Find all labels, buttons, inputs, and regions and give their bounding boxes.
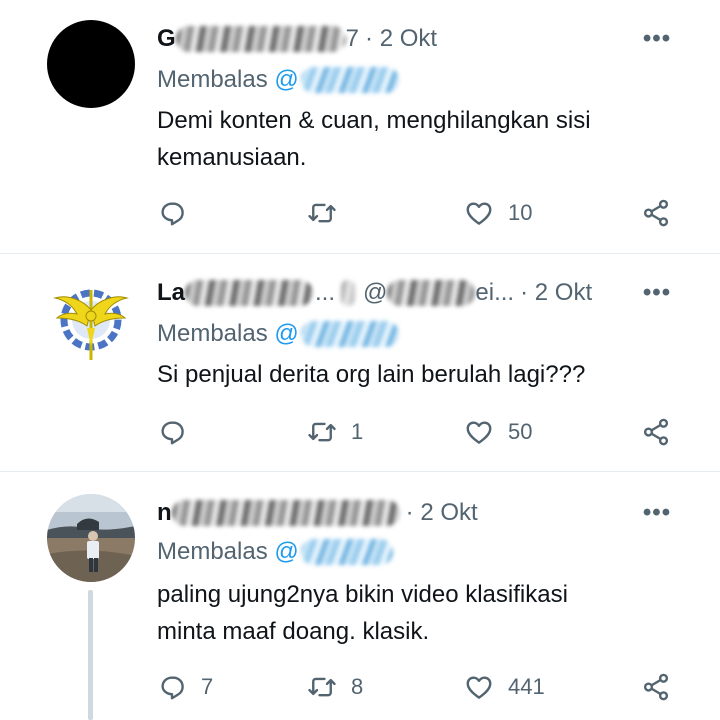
text-line: Si penjual derita org lain berulah lagi?… [157, 361, 586, 388]
replying-to: Membalas @ [157, 317, 399, 351]
handle: 7 [345, 25, 360, 52]
heart-icon [466, 421, 492, 444]
like-count: 10 [508, 200, 533, 225]
more-icon[interactable]: ••• [642, 22, 672, 56]
text-line: paling ujung2nya bikin video klasifikasi [157, 581, 568, 608]
redacted-handle [300, 321, 399, 347]
retweet-count: 1 [351, 419, 364, 444]
redacted-name [175, 26, 346, 52]
share-button[interactable] [641, 670, 671, 704]
avatar-emblem [53, 289, 129, 360]
handle-ellipsis: ... [315, 279, 336, 306]
avatar[interactable] [47, 494, 135, 582]
tweet-2[interactable]: La ... @ ei... · 2 Okt ••• Membalas @ Si… [0, 254, 720, 471]
retweet-icon [308, 203, 336, 223]
tweet-text: paling ujung2nya bikin video klasifikasi… [157, 576, 677, 650]
retweet-icon [308, 422, 336, 442]
display-name[interactable]: La [157, 279, 185, 307]
like-count: 441 [508, 674, 545, 699]
text-line: kemanusiaan. [157, 144, 307, 171]
reply-icon [161, 202, 184, 226]
share-button[interactable] [641, 196, 671, 230]
text-line: minta maaf doang. klasik. [157, 618, 430, 645]
replying-to: Membalas @ [157, 63, 399, 97]
display-name[interactable]: G [157, 25, 176, 53]
replying-label: Membalas [157, 538, 268, 565]
action-bar: 7 8 441 [157, 670, 677, 704]
text-line: Demi konten & cuan, menghilangkan sisi [157, 107, 591, 134]
tweet-text: Demi konten & cuan, menghilangkan sisi k… [157, 102, 677, 176]
action-bar: 1 50 [157, 415, 677, 449]
replying-handle[interactable]: @ [274, 538, 298, 566]
display-name[interactable]: n [157, 499, 172, 527]
redacted-name-2 [341, 280, 356, 306]
reply-button[interactable] [157, 415, 201, 449]
avatar[interactable] [47, 276, 135, 364]
tweet-3[interactable]: n · 2 Okt ••• Membalas @ paling ujung2ny… [0, 472, 720, 720]
retweet-count: 8 [351, 674, 364, 699]
tweet-header: La ... @ ei... · 2 Okt [157, 276, 680, 310]
tweet-header: G 7 · 2 Okt [157, 22, 680, 56]
handle: @ [363, 279, 388, 306]
redacted-handle [387, 280, 476, 306]
reply-icon [161, 421, 184, 445]
heart-icon [466, 676, 492, 699]
replying-label: Membalas [157, 66, 268, 93]
redacted-handle [300, 539, 393, 565]
thread-line [88, 590, 93, 720]
like-count: 50 [508, 419, 533, 444]
retweet-button[interactable]: 8 [307, 670, 363, 704]
handle-suffix: ei... [475, 279, 515, 306]
share-icon [643, 418, 669, 446]
like-button[interactable]: 50 [464, 415, 532, 449]
retweet-button[interactable] [307, 196, 351, 230]
like-button[interactable]: 441 [464, 670, 545, 704]
reply-button[interactable]: 7 [157, 670, 213, 704]
share-button[interactable] [641, 415, 671, 449]
timestamp[interactable]: · 2 Okt [406, 499, 478, 527]
tweet-1[interactable]: G 7 · 2 Okt ••• Membalas @ Demi konten &… [0, 0, 720, 253]
reply-icon [161, 676, 184, 700]
tweet-text: Si penjual derita org lain berulah lagi?… [157, 356, 677, 393]
avatar-photo [47, 494, 135, 582]
replying-handle[interactable]: @ [274, 66, 298, 94]
heart-icon [466, 202, 492, 225]
action-bar: 10 [157, 196, 677, 230]
redacted-name [171, 500, 400, 526]
retweet-button[interactable]: 1 [307, 415, 363, 449]
reply-count: 7 [201, 674, 214, 699]
redacted-name [185, 280, 314, 306]
more-icon[interactable]: ••• [642, 276, 672, 310]
replying-to: Membalas @ [157, 535, 393, 569]
replying-handle[interactable]: @ [274, 320, 298, 348]
share-icon [643, 199, 669, 227]
avatar[interactable] [47, 20, 135, 108]
retweet-icon [308, 677, 336, 697]
reply-button[interactable] [157, 196, 201, 230]
timestamp[interactable]: · 2 Okt [520, 279, 592, 307]
replying-label: Membalas [157, 320, 268, 347]
share-icon [643, 673, 669, 701]
tweet-header: n · 2 Okt [157, 496, 680, 530]
timestamp[interactable]: · 2 Okt [365, 25, 437, 53]
like-button[interactable]: 10 [464, 196, 532, 230]
more-icon[interactable]: ••• [642, 496, 672, 530]
redacted-handle [300, 67, 399, 93]
